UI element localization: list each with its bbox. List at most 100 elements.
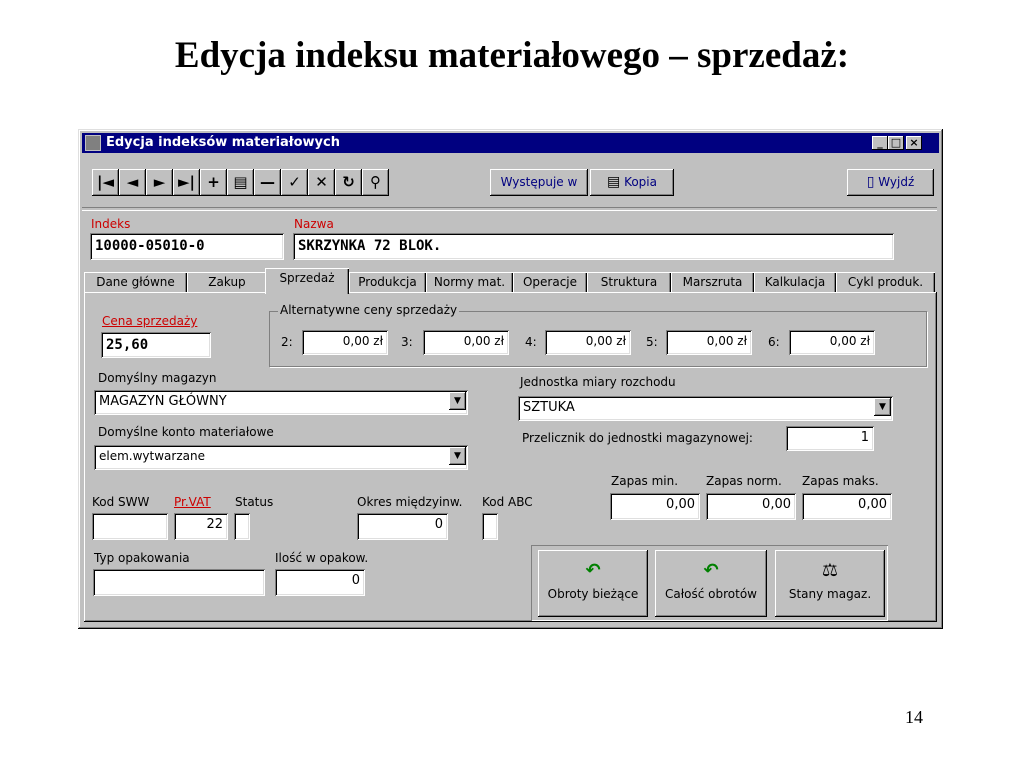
accept-icon: ✓ — [288, 173, 301, 191]
refresh-button[interactable]: ↻ — [335, 169, 362, 196]
magazyn-value: MAGAZYN GŁÓWNY — [99, 394, 227, 409]
delete-record-icon: — — [260, 173, 275, 191]
chevron-down-icon[interactable]: ▼ — [874, 398, 891, 416]
minimize-button[interactable]: _ — [872, 136, 888, 150]
alt-price-4-field[interactable]: 0,00 zł — [545, 330, 631, 355]
kod-abc-field[interactable] — [482, 513, 498, 540]
status-field[interactable] — [234, 513, 250, 540]
kod-sww-label: Kod SWW — [92, 495, 150, 509]
edit-record-button[interactable]: ▤ — [227, 169, 254, 196]
next-record-icon: ► — [153, 173, 166, 191]
nazwa-field[interactable]: SKRZYNKA 72 BLOK. — [293, 233, 894, 260]
pr-vat-field[interactable]: 22 — [174, 513, 228, 540]
wystepuje-w-button[interactable]: Występuje w — [490, 169, 588, 196]
tab-cykl-produk[interactable]: Cykl produk. — [836, 272, 935, 292]
okres-field[interactable]: 0 — [357, 513, 448, 540]
zapas-min-field[interactable]: 0,00 — [610, 493, 700, 520]
konto-value: elem.wytwarzane — [99, 449, 205, 463]
indeks-label: Indeks — [91, 217, 131, 231]
last-record-icon: ►| — [177, 173, 195, 191]
okres-label: Okres międzyinw. — [357, 495, 463, 509]
app-window: Edycja indeksów materiałowych _ □ × |◄ ◄… — [78, 129, 943, 629]
copy-icon: ▤ — [607, 174, 621, 190]
kopia-button[interactable]: ▤ Kopia — [590, 169, 674, 196]
wyjdz-button[interactable]: ▯ Wyjdź — [847, 169, 934, 196]
cena-sprzedazy-field[interactable]: 25,60 — [101, 332, 211, 358]
alt-prices-group-title: Alternatywne ceny sprzedaży — [278, 303, 460, 317]
status-label: Status — [235, 495, 274, 509]
find-button[interactable]: ⚲ — [362, 169, 389, 196]
typ-opakowania-field[interactable] — [93, 569, 265, 596]
first-record-button[interactable]: |◄ — [92, 169, 119, 196]
magazyn-select[interactable]: MAGAZYN GŁÓWNY ▼ — [94, 390, 468, 415]
calosc-obrotow-button[interactable]: ↶ Całość obrotów — [655, 550, 767, 617]
ilosc-opakow-field[interactable]: 0 — [275, 569, 365, 596]
next-record-button[interactable]: ► — [146, 169, 173, 196]
tab-produkcja[interactable]: Produkcja — [349, 272, 426, 292]
alt-price-6-field[interactable]: 0,00 zł — [789, 330, 875, 355]
tab-dane-glowne[interactable]: Dane główne — [84, 272, 187, 292]
cancel-icon: ✕ — [315, 173, 328, 191]
kod-sww-field[interactable] — [92, 513, 168, 540]
prev-record-button[interactable]: ◄ — [119, 169, 146, 196]
tab-sprzedaz[interactable]: Sprzedaż — [265, 268, 349, 294]
przelicznik-label: Przelicznik do jednostki magazynowej: — [522, 431, 753, 445]
kod-abc-label: Kod ABC — [482, 495, 533, 509]
maximize-button[interactable]: □ — [888, 136, 904, 150]
obroty-biezace-button[interactable]: ↶ Obroty bieżące — [538, 550, 648, 617]
zapas-maks-label: Zapas maks. — [802, 474, 879, 488]
tab-normy-mat[interactable]: Normy mat. — [426, 272, 513, 292]
calosc-obrotow-label: Całość obrotów — [665, 587, 757, 601]
delete-record-button[interactable]: — — [254, 169, 281, 196]
tab-operacje[interactable]: Operacje — [513, 272, 587, 292]
konto-select[interactable]: elem.wytwarzane ▼ — [94, 445, 468, 470]
window-title: Edycja indeksów materiałowych — [106, 135, 340, 150]
przelicznik-field[interactable]: 1 — [786, 426, 874, 451]
alt-price-4-label: 4: — [525, 335, 537, 349]
konto-label: Domyślne konto materiałowe — [98, 425, 274, 439]
stany-magaz-button[interactable]: ⚖ Stany magaz. — [775, 550, 885, 617]
pr-vat-label: Pr.VAT — [174, 495, 211, 509]
jednostka-select[interactable]: SZTUKA ▼ — [518, 396, 893, 421]
title-bar[interactable]: Edycja indeksów materiałowych _ □ × — [82, 133, 939, 153]
close-button[interactable]: × — [906, 136, 922, 150]
accept-button[interactable]: ✓ — [281, 169, 308, 196]
alt-price-2-field[interactable]: 0,00 zł — [302, 330, 388, 355]
tab-marszruta[interactable]: Marszruta — [671, 272, 754, 292]
alt-price-5-label: 5: — [646, 335, 658, 349]
exit-door-icon: ▯ — [866, 174, 875, 190]
jednostka-label: Jednostka miary rozchodu — [520, 375, 676, 389]
nazwa-label: Nazwa — [294, 217, 334, 231]
toolbar-divider — [82, 207, 937, 211]
app-icon — [85, 135, 101, 151]
add-record-icon: + — [207, 173, 220, 191]
edit-record-icon: ▤ — [233, 173, 248, 191]
zapas-norm-label: Zapas norm. — [706, 474, 782, 488]
alt-price-2-label: 2: — [281, 335, 293, 349]
wystepuje-w-label: Występuje w — [500, 175, 578, 189]
alt-price-5-field[interactable]: 0,00 zł — [666, 330, 752, 355]
jednostka-value: SZTUKA — [523, 400, 575, 415]
chevron-down-icon[interactable]: ▼ — [449, 392, 466, 410]
magazyn-label: Domyślny magazyn — [98, 371, 217, 385]
undo-arrow-icon: ↶ — [585, 560, 601, 581]
indeks-field[interactable]: 10000-05010-0 — [90, 233, 284, 260]
add-record-button[interactable]: + — [200, 169, 227, 196]
tab-struktura[interactable]: Struktura — [587, 272, 671, 292]
tab-zakup[interactable]: Zakup — [187, 272, 267, 292]
typ-opakowania-label: Typ opakowania — [94, 551, 190, 565]
zapas-norm-field[interactable]: 0,00 — [706, 493, 796, 520]
tab-kalkulacja[interactable]: Kalkulacja — [754, 272, 836, 292]
page-number: 14 — [905, 707, 923, 727]
obroty-biezace-label: Obroty bieżące — [547, 587, 639, 601]
alt-price-6-label: 6: — [768, 335, 780, 349]
alt-price-3-field[interactable]: 0,00 zł — [423, 330, 509, 355]
last-record-button[interactable]: ►| — [173, 169, 200, 196]
chevron-down-icon[interactable]: ▼ — [449, 447, 466, 465]
cena-sprzedazy-label: Cena sprzedaży — [102, 314, 198, 328]
zapas-min-label: Zapas min. — [611, 474, 679, 488]
wyjdz-label: Wyjdź — [878, 175, 915, 189]
zapas-maks-field[interactable]: 0,00 — [802, 493, 892, 520]
alt-price-3-label: 3: — [401, 335, 413, 349]
cancel-button[interactable]: ✕ — [308, 169, 335, 196]
